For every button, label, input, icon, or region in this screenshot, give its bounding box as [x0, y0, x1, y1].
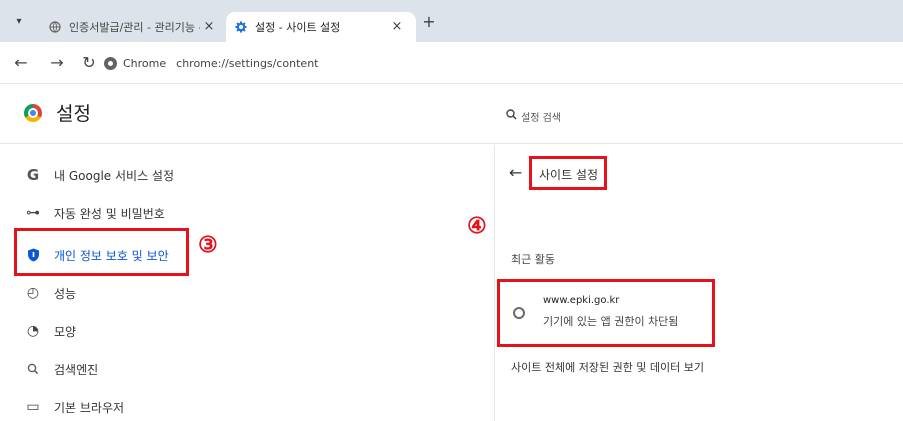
sidebar-item-label: 모양	[54, 324, 77, 339]
tab-certificate[interactable]: 인증서발급/관리 - 관리기능 - ×	[40, 12, 228, 42]
settings-search-input[interactable]: 설정 검색	[506, 104, 896, 128]
site-settings-panel: ← 사이트 설정 ④ 최근 활동 www.epki.go.kr 기기에 있는 앱…	[467, 145, 903, 421]
chrome-logo-icon	[24, 104, 42, 122]
recent-activity-heading: 최근 활동	[511, 253, 555, 266]
page-title: 설정	[56, 103, 91, 125]
step-3-marker: ③	[198, 232, 218, 258]
tab-title: 설정 - 사이트 설정	[255, 21, 341, 34]
globe-icon	[48, 20, 62, 34]
google-g-icon: G	[26, 166, 40, 184]
tab-strip: ▾ 인증서발급/관리 - 관리기능 - × 설정 - 사이트 설정 × +	[0, 0, 903, 42]
tab-close-icon[interactable]: ×	[388, 18, 406, 36]
browser-window-icon: ▭	[26, 399, 40, 415]
tab-search-dropdown-icon[interactable]: ▾	[10, 13, 28, 31]
gauge-icon: ◴	[26, 285, 40, 301]
url-text[interactable]: chrome://settings/content	[176, 57, 318, 70]
search-icon	[506, 108, 517, 124]
address-toolbar: ← → ↻ Chrome chrome://settings/content	[0, 42, 903, 84]
sidebar-item-label: 성능	[54, 286, 77, 301]
tab-site-settings[interactable]: 설정 - 사이트 설정 ×	[226, 12, 416, 42]
chrome-icon	[104, 56, 117, 70]
sidebar-item-label: 자동 완성 및 비밀번호	[54, 206, 165, 221]
sidebar-item-appearance[interactable]: ◔ 모양	[0, 311, 494, 351]
chip-label: Chrome	[123, 56, 167, 70]
palette-icon: ◔	[26, 323, 40, 339]
all-sites-link[interactable]: 사이트 전체에 저장된 권한 및 데이터 보기	[511, 359, 704, 375]
new-tab-button[interactable]: +	[420, 13, 438, 31]
highlight-box-site	[497, 279, 715, 347]
key-icon: ⊶	[26, 205, 40, 221]
highlight-box-title	[529, 156, 607, 190]
search-icon	[24, 360, 42, 378]
sidebar-item-autofill[interactable]: ⊶ 자동 완성 및 비밀번호	[0, 193, 494, 233]
forward-icon[interactable]: →	[48, 54, 66, 72]
highlight-box-privacy	[14, 228, 189, 276]
sidebar-item-google-services[interactable]: G 내 Google 서비스 설정	[0, 155, 494, 195]
tab-close-icon[interactable]: ×	[200, 18, 218, 36]
search-placeholder: 설정 검색	[521, 112, 561, 124]
chrome-page-chip[interactable]: Chrome	[104, 56, 167, 70]
sidebar-item-label: 내 Google 서비스 설정	[54, 168, 175, 183]
back-icon[interactable]: ←	[12, 54, 30, 72]
sidebar-item-default-browser[interactable]: ▭ 기본 브라우저	[0, 387, 494, 421]
step-4-marker: ④	[467, 213, 487, 239]
address-bar[interactable]: Chrome chrome://settings/content	[104, 50, 894, 76]
settings-sidebar: G 내 Google 서비스 설정 ⊶ 자동 완성 및 비밀번호 개인 정보 보…	[0, 145, 494, 421]
tab-title: 인증서발급/관리 - 관리기능 -	[69, 21, 200, 34]
reload-icon[interactable]: ↻	[80, 54, 98, 72]
sidebar-item-search-engine[interactable]: 검색엔진	[0, 349, 494, 389]
settings-header: 설정 설정 검색	[0, 84, 903, 144]
sidebar-item-label: 검색엔진	[54, 362, 99, 377]
sidebar-item-performance[interactable]: ◴ 성능	[0, 273, 494, 313]
sidebar-item-label: 기본 브라우저	[54, 400, 125, 415]
gear-icon	[234, 20, 248, 34]
back-arrow-icon[interactable]: ←	[509, 163, 522, 182]
